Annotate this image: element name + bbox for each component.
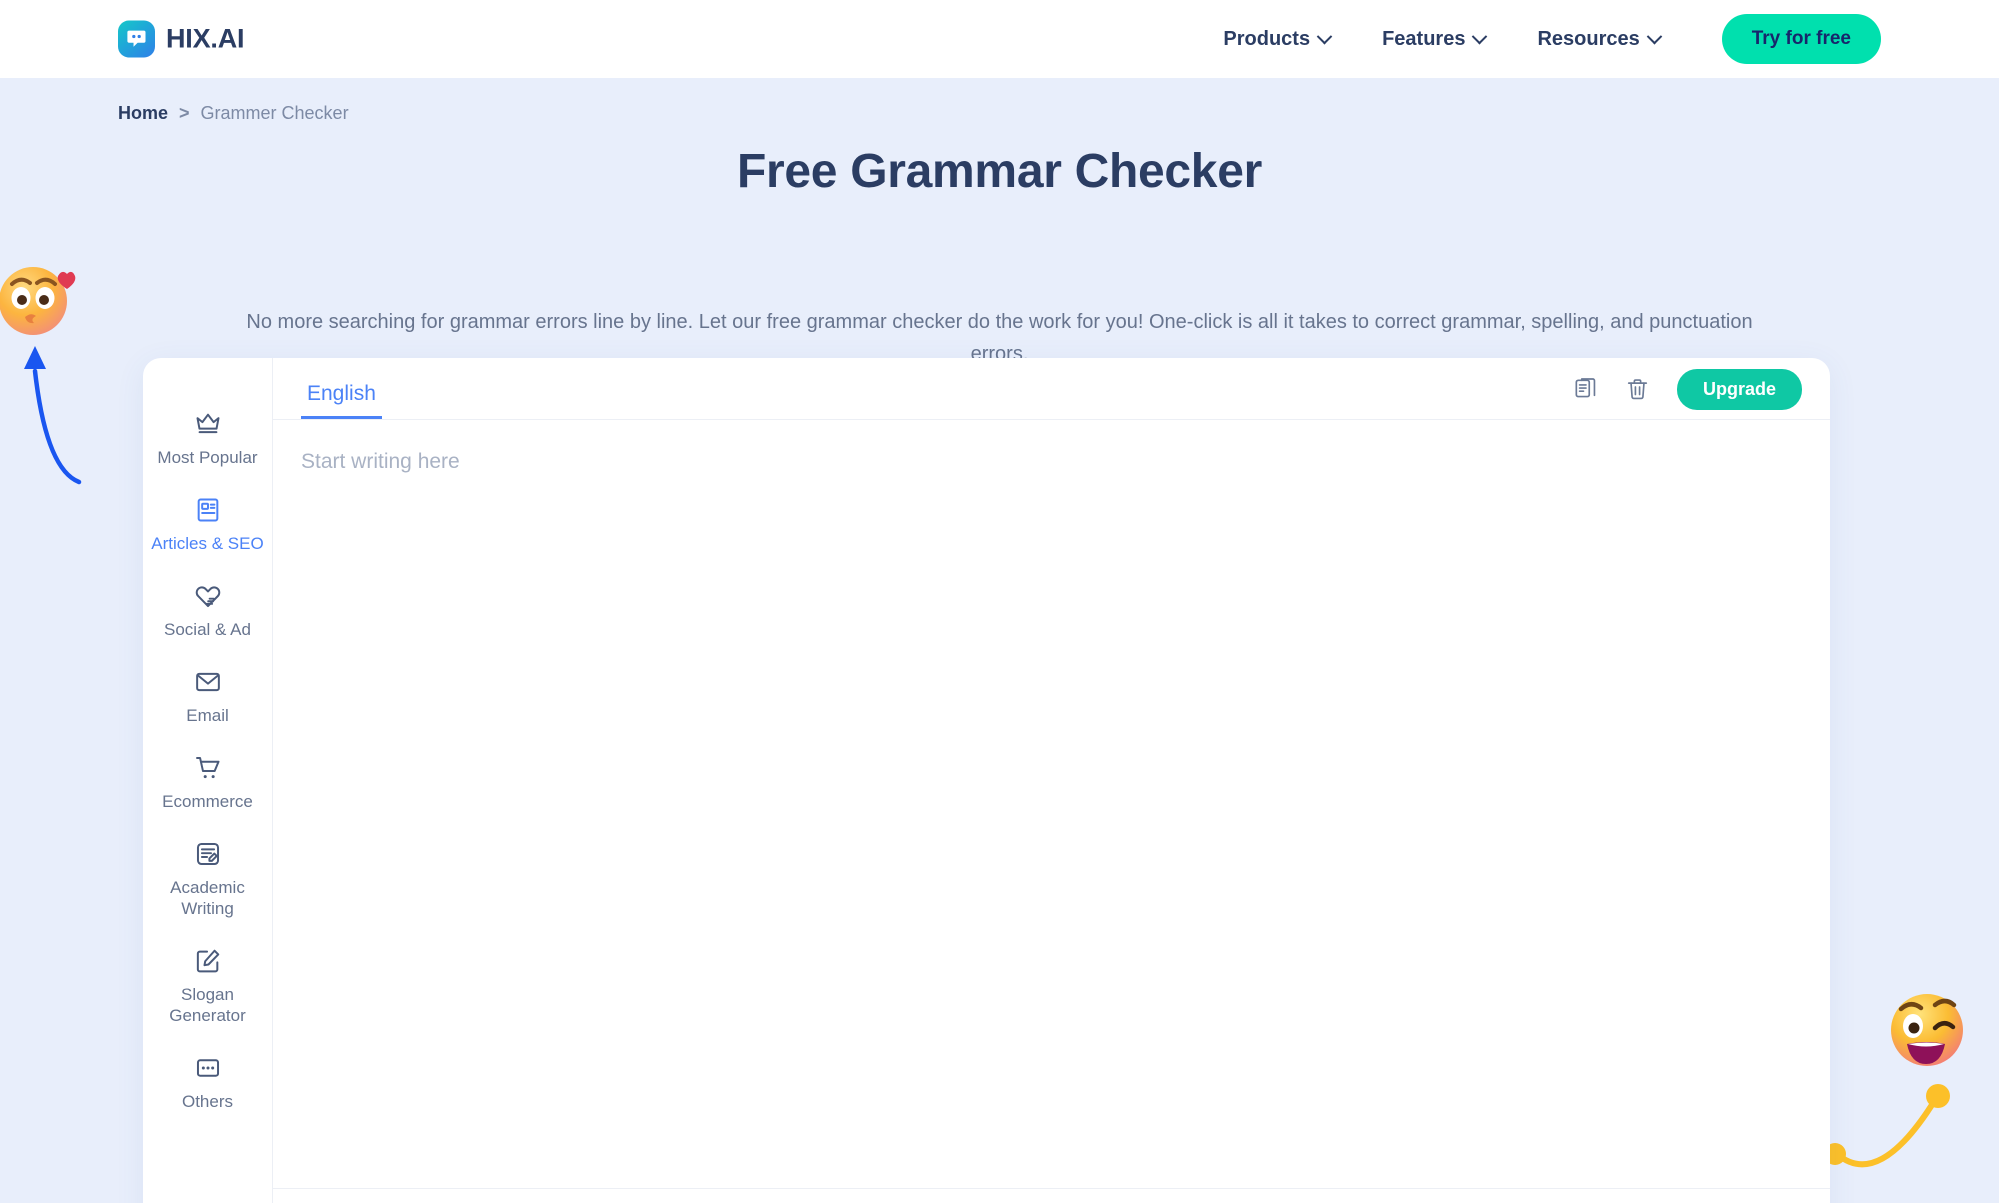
tab-english[interactable]: English <box>301 382 382 419</box>
breadcrumb: Home > Grammer Checker <box>118 103 349 124</box>
nav-item-label: Products <box>1223 27 1311 50</box>
article-icon <box>194 496 222 524</box>
sidebar-item-label: Articles & SEO <box>151 534 264 553</box>
sidebar-item-label: Most Popular <box>157 448 258 467</box>
trash-icon[interactable] <box>1625 377 1651 403</box>
sidebar-item-label: Slogan Generator <box>169 985 246 1025</box>
sidebar-item-academic-writing[interactable]: Academic Writing <box>143 828 272 935</box>
decoration-right <box>1809 978 1999 1203</box>
sidebar-item-label: Ecommerce <box>162 792 253 811</box>
sidebar-item-ecommerce[interactable]: Ecommerce <box>143 742 272 828</box>
nav-item-label: Resources <box>1537 27 1640 50</box>
chevron-down-icon <box>1472 28 1488 44</box>
logo[interactable]: HIX.AI <box>118 20 245 58</box>
editor-status-bar: Words: 0 Characters: 0 <box>273 1188 1830 1203</box>
kissing-face-emoji <box>0 267 76 335</box>
editor-toolbar: English Upgrade <box>273 358 1830 420</box>
sidebar-item-label: Academic Writing <box>170 878 245 918</box>
sidebar-item-social-ad[interactable]: Social & Ad <box>143 570 272 656</box>
editor-actions: Upgrade <box>1573 369 1802 419</box>
breadcrumb-current: Grammer Checker <box>200 103 349 123</box>
grammar-checker-card: Most Popular Articles & SEO Social & Ad … <box>143 358 1830 1203</box>
logo-text: HIX.AI <box>166 23 245 54</box>
try-for-free-button[interactable]: Try for free <box>1721 14 1881 64</box>
sidebar-item-most-popular[interactable]: Most Popular <box>143 398 272 484</box>
winking-face-emoji <box>1891 994 1963 1066</box>
ellipsis-box-icon <box>194 1054 222 1082</box>
copy-icon[interactable] <box>1573 377 1599 403</box>
sidebar-item-label: Social & Ad <box>164 620 251 639</box>
shopping-cart-icon <box>194 754 222 782</box>
nav-item-label: Features <box>1382 27 1466 50</box>
editor-body <box>273 420 1830 1188</box>
page-body: Home > Grammer Checker Free Grammar Chec… <box>0 78 1999 1203</box>
sidebar-item-label: Others <box>181 1092 234 1111</box>
sidebar-item-articles-seo[interactable]: Articles & SEO <box>143 484 272 570</box>
envelope-icon <box>194 668 222 696</box>
text-editor-input[interactable] <box>301 446 1802 1162</box>
chevron-down-icon <box>1646 28 1663 44</box>
heart-thumb-icon <box>194 582 222 610</box>
editor-panel: English Upgrade Start writing here <box>273 358 1830 1203</box>
site-header: HIX.AI Products Features Resources Try f… <box>0 0 1999 78</box>
upgrade-button[interactable]: Upgrade <box>1676 369 1802 410</box>
main-nav: Products Features Resources Try for free <box>1197 14 1881 64</box>
language-tabs: English <box>301 358 382 419</box>
sidebar-item-label: Email <box>186 706 229 725</box>
nav-item-resources[interactable]: Resources <box>1511 28 1685 51</box>
chevron-down-icon <box>1316 28 1333 44</box>
nav-item-products[interactable]: Products <box>1197 28 1356 51</box>
curved-line-to-right-emoji <box>1824 1084 1950 1168</box>
sidebar-item-email[interactable]: Email <box>143 656 272 742</box>
nav-item-features[interactable]: Features <box>1356 28 1511 51</box>
breadcrumb-separator: > <box>179 103 190 123</box>
sidebar-item-slogan-generator[interactable]: Slogan Generator <box>143 935 272 1042</box>
sidebar-item-others[interactable]: Others <box>143 1042 272 1128</box>
arrow-pointing-to-left-emoji <box>24 346 82 485</box>
crown-icon <box>194 410 222 438</box>
page-title: Free Grammar Checker <box>737 145 1262 198</box>
edit-square-icon <box>194 947 222 975</box>
category-sidebar: Most Popular Articles & SEO Social & Ad … <box>143 358 273 1203</box>
decoration-left <box>0 254 144 494</box>
document-pencil-icon <box>194 840 222 868</box>
breadcrumb-home-link[interactable]: Home <box>118 103 168 124</box>
hix-logo-icon <box>118 20 155 58</box>
